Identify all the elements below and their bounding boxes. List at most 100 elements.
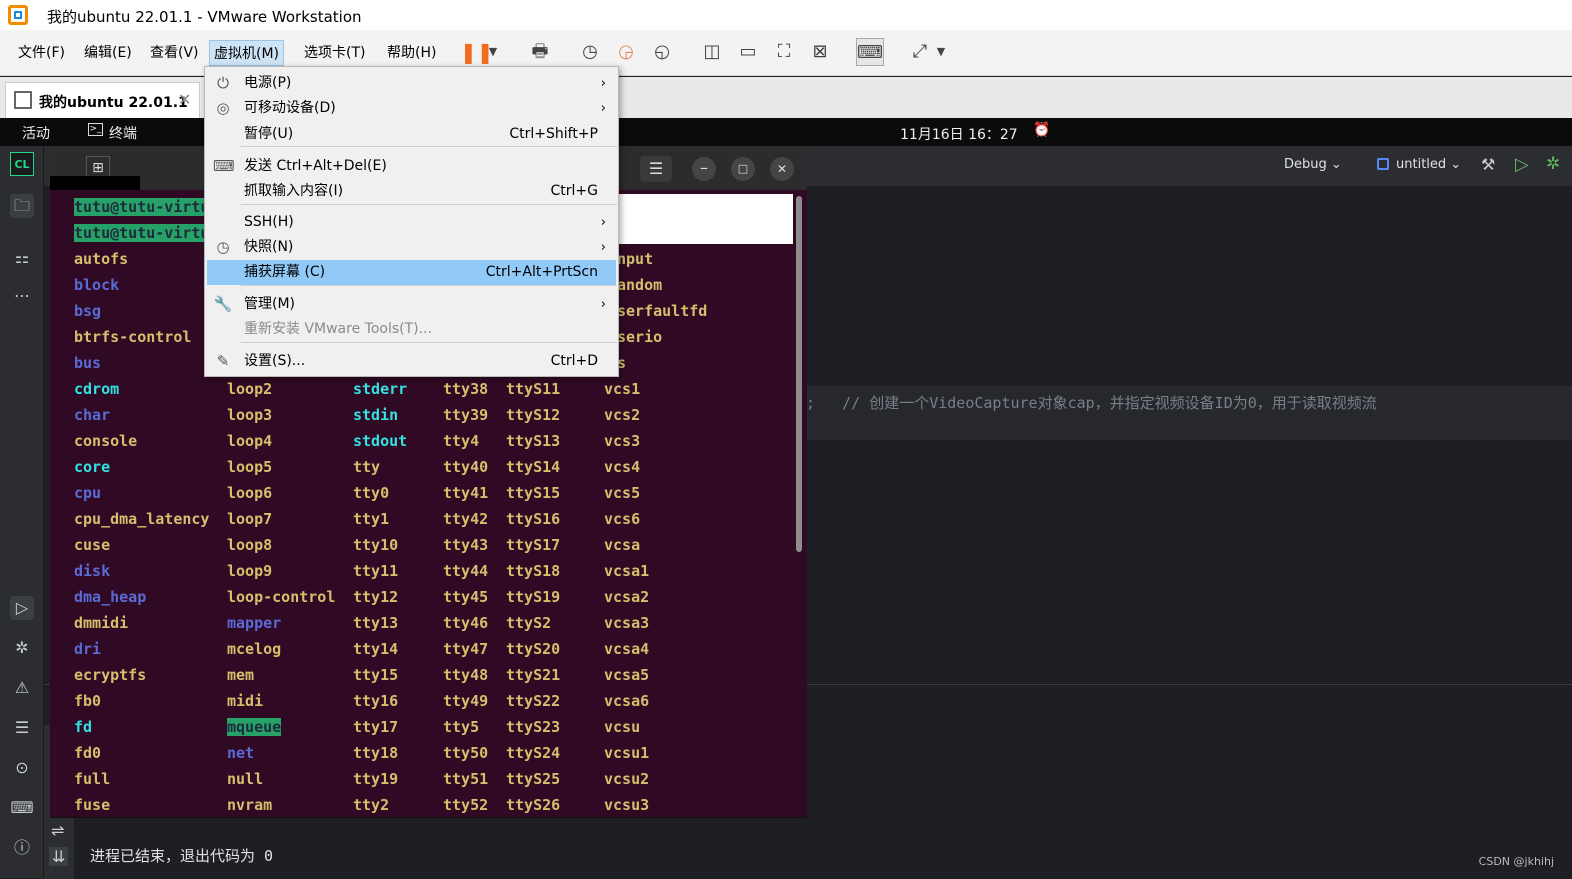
terminal-entry: tty38 xyxy=(443,380,488,398)
menu-item-capture-screen[interactable]: 捕获屏幕 (C)Ctrl+Alt+PrtScn xyxy=(207,260,616,285)
target-dropdown[interactable]: untitled ⌄ xyxy=(1396,157,1461,172)
terminal-entry: btrfs-control xyxy=(74,328,191,346)
menu-item-label: 设置(S)... xyxy=(244,349,305,374)
terminal-entry: tty xyxy=(353,458,380,476)
menu-item-send-ctrl-alt-del[interactable]: ⌨发送 Ctrl+Alt+Del(E) xyxy=(207,154,616,179)
terminal-entry: fuse xyxy=(74,796,110,814)
structure-icon[interactable]: ⚏ xyxy=(10,246,34,270)
terminal-entry: tty41 xyxy=(443,484,488,502)
menu-5[interactable]: 帮助(H) xyxy=(383,40,440,66)
notifications-icon[interactable]: ⓘ xyxy=(10,836,34,860)
terminal-icon[interactable]: ⌨ xyxy=(10,796,34,820)
run-config-label: Debug xyxy=(1284,157,1327,172)
terminal-entry: tty14 xyxy=(353,640,398,658)
chevron-right-icon: › xyxy=(601,96,606,121)
terminal-entry: tty11 xyxy=(353,562,398,580)
pause-icon[interactable]: ❚❚ xyxy=(460,38,488,66)
console-view-icon[interactable]: ⌨ xyxy=(856,38,884,66)
menu-0[interactable]: 文件(F) xyxy=(14,40,69,66)
clock[interactable]: 11月16日 16：27 xyxy=(900,124,1018,144)
run-button-icon[interactable]: ▷ xyxy=(1515,154,1529,175)
problems-icon[interactable]: ⚠ xyxy=(10,676,34,700)
terminal-entry: loop9 xyxy=(227,562,272,580)
activities-button[interactable]: 活动 xyxy=(22,123,50,143)
menu-item-grab-input[interactable]: 抓取输入内容(I)Ctrl+G xyxy=(207,179,616,204)
scrollbar[interactable] xyxy=(796,196,802,552)
terminal-entry: vcsa6 xyxy=(604,692,649,710)
menu-item-label: 抓取输入内容(I) xyxy=(244,179,343,204)
terminal-entry: block xyxy=(74,276,119,294)
menu-item-label: 重新安装 VMware Tools(T)... xyxy=(244,317,432,342)
terminal-entry: cpu_dma_latency xyxy=(74,510,209,528)
services-icon[interactable]: ⊙ xyxy=(10,756,34,780)
terminal-entry: andom xyxy=(617,276,662,294)
debug-icon[interactable]: ✲ xyxy=(10,636,34,660)
chevron-right-icon: › xyxy=(601,210,606,235)
terminal-prompt: tutu@tutu-virtu xyxy=(74,224,209,242)
menu-item-settings[interactable]: ✎设置(S)...Ctrl+D xyxy=(207,349,616,374)
project-folder-icon[interactable]: 🗀 xyxy=(10,194,34,218)
more-icon[interactable]: ⋯ xyxy=(10,284,34,308)
maximize-icon[interactable]: □ xyxy=(731,157,755,181)
terminal-entry: bsg xyxy=(74,302,101,320)
run-config-dropdown[interactable]: Debug ⌄ xyxy=(1284,157,1342,172)
terminal-entry: tty48 xyxy=(443,666,488,684)
menu-item-removable-devices[interactable]: ◎可移动设备(D)› xyxy=(207,96,616,121)
menu-item-power[interactable]: ⏻电源(P)› xyxy=(207,71,616,96)
terminal-entry: tty13 xyxy=(353,614,398,632)
terminal-entry: null xyxy=(227,770,263,788)
wrap-icon[interactable]: ⇌ xyxy=(51,821,64,840)
menu-2[interactable]: 查看(V) xyxy=(146,40,203,66)
terminal-entry: vcsa3 xyxy=(604,614,649,632)
terminal-entry: tty2 xyxy=(353,796,389,814)
snapshot-icon[interactable]: ◷ xyxy=(576,38,604,66)
terminal-entry: mqueue xyxy=(227,718,281,736)
terminal-entry: loop7 xyxy=(227,510,272,528)
chevron-down-icon[interactable]: ▼ xyxy=(486,38,500,66)
thumbnail-icon[interactable]: ▭ xyxy=(734,38,762,66)
vm-tab[interactable]: 我的ubuntu 22.01.1 ✕ xyxy=(5,82,200,118)
menu-item-pause[interactable]: 暂停(U)Ctrl+Shift+P xyxy=(207,122,616,147)
run-icon[interactable]: ▷ xyxy=(10,596,34,620)
menu-separator xyxy=(241,285,617,286)
menu-item-ssh[interactable]: SSH(H)› xyxy=(207,210,616,235)
menu-item-snapshot[interactable]: ◷快照(N)› xyxy=(207,235,616,260)
chevron-down-icon[interactable]: ▼ xyxy=(934,38,948,66)
terminal-entry: ttyS12 xyxy=(506,406,560,424)
terminal-entry: vcs4 xyxy=(604,458,640,476)
terminal-entry: loop-control xyxy=(227,588,335,606)
build-icon[interactable]: ⚒ xyxy=(1481,155,1495,174)
vm-icon xyxy=(14,91,32,109)
app-menu-label[interactable]: 终端 xyxy=(109,123,137,143)
terminal-entry: midi xyxy=(227,692,263,710)
revert-snapshot-icon[interactable]: ◶ xyxy=(612,38,640,66)
minimize-icon[interactable]: – xyxy=(692,157,716,181)
vmware-logo-icon xyxy=(8,5,28,25)
snapshot-manager-icon[interactable]: ◵ xyxy=(648,38,676,66)
todo-icon[interactable]: ☰ xyxy=(10,716,34,740)
fullscreen-icon[interactable]: ⛶ xyxy=(770,38,798,66)
menu-item-manage[interactable]: 🔧管理(M)› xyxy=(207,292,616,317)
chevron-right-icon: › xyxy=(601,235,606,260)
terminal-entry: ttyS11 xyxy=(506,380,560,398)
debug-button-icon[interactable]: ✲ xyxy=(1546,154,1560,174)
menu-3[interactable]: 虚拟机(M) xyxy=(209,40,284,66)
stretch-icon[interactable]: ⤢ xyxy=(906,38,934,66)
unity-icon[interactable]: ⊠ xyxy=(806,38,834,66)
menu-4[interactable]: 选项卡(T) xyxy=(300,40,369,66)
close-icon[interactable]: ✕ xyxy=(178,90,191,109)
target-icon xyxy=(1377,158,1389,170)
scroll-end-icon[interactable]: ⇊ xyxy=(49,847,68,866)
hamburger-menu-icon[interactable]: ☰ xyxy=(640,156,672,182)
terminal-entry: tty44 xyxy=(443,562,488,580)
removable-devices-icon: ◎ xyxy=(213,98,233,118)
close-icon[interactable]: ✕ xyxy=(770,157,794,181)
send-keys-icon[interactable]: 🖶 xyxy=(526,38,554,66)
menu-item-label: 发送 Ctrl+Alt+Del(E) xyxy=(244,154,387,179)
menu-1[interactable]: 编辑(E) xyxy=(80,40,136,66)
sidebar-toggle-icon[interactable]: ◫ xyxy=(698,38,726,66)
terminal-entry: disk xyxy=(74,562,110,580)
terminal-entry: stdin xyxy=(353,406,398,424)
terminal-entry: fd xyxy=(74,718,92,736)
code-editor[interactable]: ; // 创建一个VideoCapture对象cap，并指定视频设备ID为0，用… xyxy=(806,186,1572,684)
